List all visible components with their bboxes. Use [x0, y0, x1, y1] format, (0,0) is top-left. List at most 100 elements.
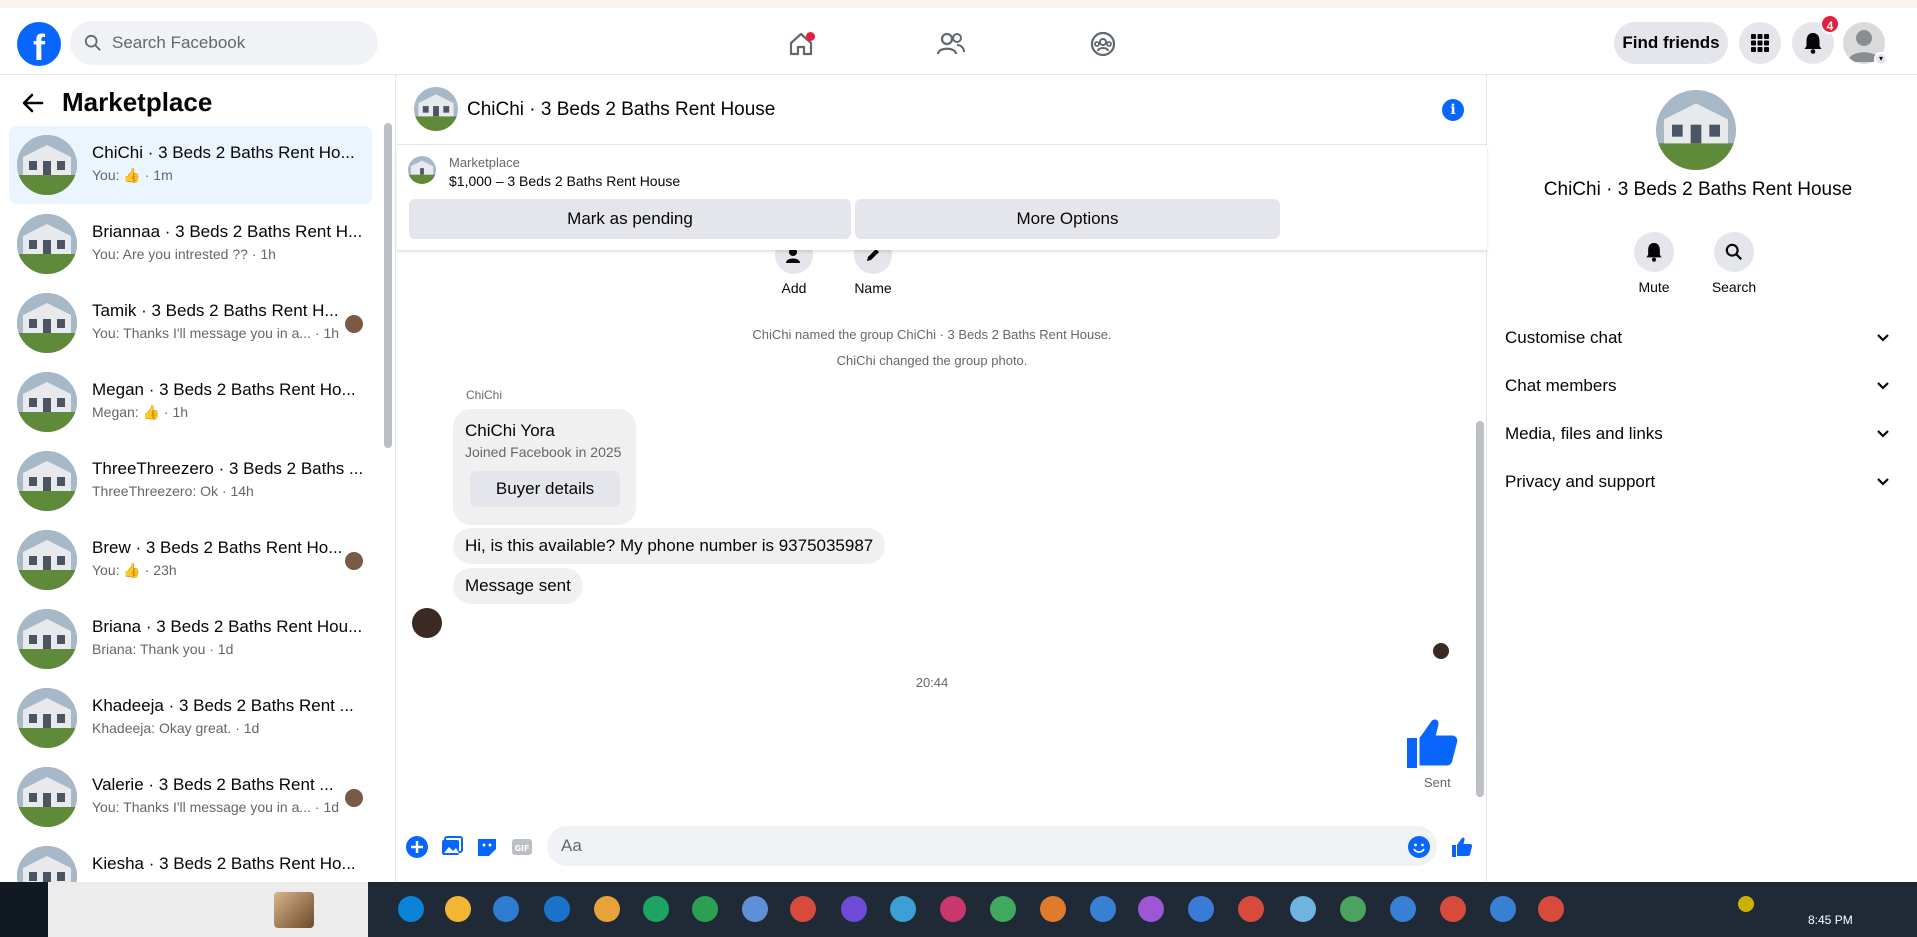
search-input[interactable] — [112, 33, 352, 53]
details-section-row[interactable]: Privacy and support — [1505, 462, 1890, 502]
conversation-item[interactable]: Khadeeja · 3 Beds 2 Baths Rent ... Khadee… — [9, 679, 372, 757]
system-message: ChiChi changed the group photo. — [836, 353, 1028, 368]
conversation-item[interactable]: Valerie · 3 Beds 2 Baths Rent ... You: Th… — [9, 758, 372, 836]
message-input[interactable] — [547, 826, 1437, 866]
pencil-icon — [867, 250, 879, 261]
painting-thumbnail-icon[interactable] — [274, 892, 314, 928]
details-section-row[interactable]: Chat members — [1505, 366, 1890, 406]
plus-circle-icon[interactable] — [405, 835, 429, 859]
taskbar-app-icon[interactable] — [990, 896, 1016, 922]
taskbar-app-icon[interactable] — [742, 896, 768, 922]
friends-tab[interactable] — [931, 24, 971, 64]
house-photo-icon — [17, 451, 77, 511]
facebook-logo-icon[interactable]: f — [17, 22, 61, 66]
conversation-preview: You: Thanks I'll message you in a... · 1… — [92, 325, 340, 341]
sidebar-scrollbar[interactable] — [384, 123, 392, 448]
taskbar-app-icon[interactable] — [940, 896, 966, 922]
photo-icon[interactable] — [440, 835, 464, 859]
conversation-item[interactable]: Briannaa · 3 Beds 2 Baths Rent H... You: … — [9, 205, 372, 283]
buyer-details-button[interactable]: Buyer details — [470, 471, 620, 507]
taskbar-app-icon[interactable] — [692, 896, 718, 922]
conversation-item[interactable]: Tamik · 3 Beds 2 Baths Rent H... You: Tha… — [9, 284, 372, 362]
chat-avatar[interactable] — [414, 87, 458, 131]
mute-action[interactable]: Mute — [1624, 232, 1684, 295]
taskbar-app-icon[interactable] — [445, 896, 471, 922]
taskbar-app-icon[interactable] — [1040, 896, 1066, 922]
taskbar-app-icon[interactable] — [1490, 896, 1516, 922]
notifications-button[interactable]: 4 — [1792, 14, 1840, 64]
chevron-down-icon — [1877, 382, 1889, 390]
chat-details-panel: ChiChi · 3 Beds 2 Baths Rent House Mute … — [1488, 75, 1917, 882]
mark-as-pending-button[interactable]: Mark as pending — [409, 199, 851, 239]
add-people-action[interactable]: Add — [754, 250, 834, 296]
emoji-icon[interactable] — [1407, 835, 1431, 859]
taskbar-app-icon[interactable] — [594, 896, 620, 922]
taskbar-app-icon[interactable] — [1390, 896, 1416, 922]
chat-title: ChiChi · 3 Beds 2 Baths Rent House — [467, 99, 776, 120]
conversation-name: Khadeeja · 3 Beds 2 Baths Rent ... — [92, 696, 354, 715]
browser-top-strip — [0, 0, 1917, 8]
info-icon[interactable]: i — [1442, 99, 1464, 121]
conversation-item[interactable]: Megan · 3 Beds 2 Baths Rent Ho... Megan: … — [9, 363, 372, 441]
menu-button[interactable] — [1739, 22, 1781, 64]
search-icon — [84, 34, 101, 51]
taskbar-app-icon[interactable] — [790, 896, 816, 922]
details-section-row[interactable]: Media, files and links — [1505, 414, 1890, 454]
house-photo-icon — [17, 530, 77, 590]
chat-scrollbar[interactable] — [1476, 421, 1484, 797]
taskbar-widget-area[interactable] — [48, 882, 368, 937]
groups-tab[interactable] — [1083, 24, 1123, 64]
conversation-item[interactable]: ChiChi · 3 Beds 2 Baths Rent Ho... You: 👍… — [9, 126, 372, 204]
taskbar-app-icon[interactable] — [1440, 896, 1466, 922]
taskbar-app-icon[interactable] — [1290, 896, 1316, 922]
group-photo[interactable] — [1656, 90, 1736, 170]
sender-avatar[interactable] — [412, 608, 442, 638]
taskbar-app-icon[interactable] — [1340, 896, 1366, 922]
more-options-button[interactable]: More Options — [855, 199, 1280, 239]
conversation-item[interactable]: ThreeThreezero · 3 Beds 2 Baths ... Three… — [9, 442, 372, 520]
find-friends-button[interactable]: Find friends — [1614, 22, 1728, 64]
conversation-item[interactable]: Briana · 3 Beds 2 Baths Rent Hou... Brian… — [9, 600, 372, 678]
taskbar-app-icon[interactable] — [1238, 896, 1264, 922]
home-tab[interactable] — [781, 24, 821, 64]
message-bubble[interactable]: Message sent — [453, 568, 583, 604]
listing-thumbnail[interactable] — [408, 156, 436, 184]
buyer-joined-date: Joined Facebook in 2025 — [465, 444, 622, 460]
house-photo-icon — [414, 87, 458, 131]
listing-source-label: Marketplace — [449, 155, 520, 170]
taskbar-start-area[interactable] — [0, 882, 48, 937]
search-chat-action[interactable]: Search — [1704, 232, 1764, 295]
search-label: Search — [1711, 279, 1757, 295]
friends-icon — [936, 32, 965, 55]
taskbar-app-icon[interactable] — [1090, 896, 1116, 922]
name-group-action[interactable]: Name — [833, 250, 913, 296]
taskbar-clock[interactable]: 8:45 PM — [1808, 913, 1853, 927]
search-box[interactable] — [70, 21, 378, 65]
sticker-icon[interactable] — [475, 835, 499, 859]
message-bubble[interactable]: Hi, is this available? My phone number i… — [453, 528, 886, 564]
taskbar-app-icon[interactable] — [398, 896, 424, 922]
taskbar-app-icon[interactable] — [544, 896, 570, 922]
conversation-avatar — [17, 688, 77, 748]
thumbs-up-icon[interactable] — [1450, 835, 1474, 859]
bell-icon — [1804, 33, 1822, 54]
gif-icon[interactable]: GIF — [510, 835, 534, 859]
buyer-profile-card: ChiChi Yora Joined Facebook in 2025 Buye… — [453, 409, 636, 525]
section-label: Customise chat — [1505, 328, 1623, 347]
taskbar-app-icon[interactable] — [643, 896, 669, 922]
taskbar-app-icon[interactable] — [1188, 896, 1214, 922]
taskbar-app-icon[interactable] — [493, 896, 519, 922]
tray-status-icon[interactable] — [1738, 896, 1754, 912]
account-caret-icon[interactable]: ▾ — [1874, 52, 1888, 66]
sent-like-message[interactable] — [1402, 713, 1462, 778]
conversation-item[interactable]: Brew · 3 Beds 2 Baths Rent Ho... You: 👍 ·… — [9, 521, 372, 599]
back-arrow-icon[interactable] — [22, 93, 44, 113]
taskbar-app-icon[interactable] — [841, 896, 867, 922]
taskbar-app-icon[interactable] — [1538, 896, 1564, 922]
listing-title[interactable]: $1,000 – 3 Beds 2 Baths Rent House — [449, 173, 680, 189]
house-photo-icon — [1656, 90, 1736, 170]
taskbar-app-icon[interactable] — [1138, 896, 1164, 922]
details-section-row[interactable]: Customise chat — [1505, 318, 1890, 358]
taskbar-app-icon[interactable] — [890, 896, 916, 922]
conversation-item[interactable]: Kiesha · 3 Beds 2 Baths Rent Ho... — [9, 837, 372, 882]
